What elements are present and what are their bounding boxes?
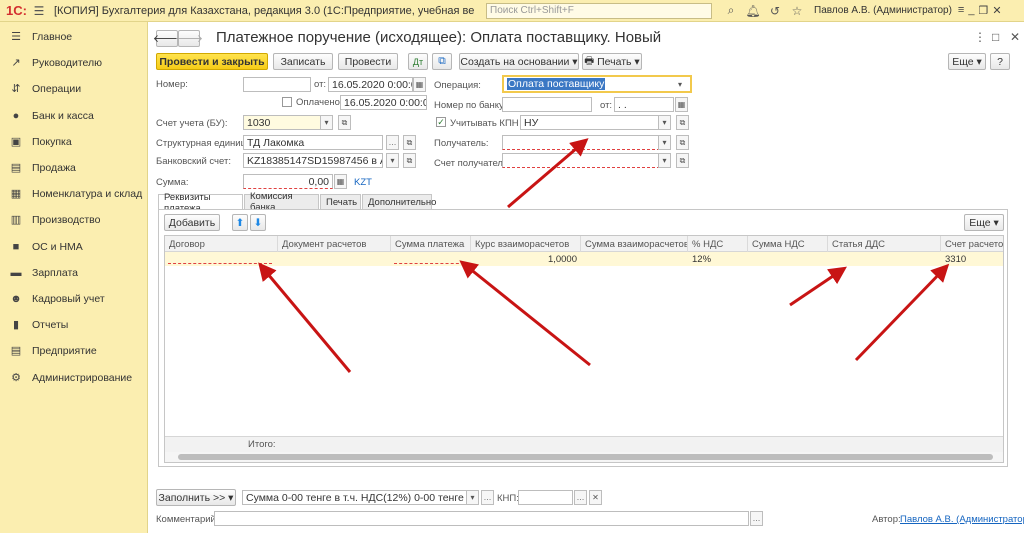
arrow-recipient bbox=[507, 138, 589, 209]
annotation-arrows bbox=[258, 138, 950, 373]
arrow-cash-flow-item bbox=[789, 266, 847, 307]
arrow-payment-sum bbox=[459, 260, 591, 367]
arrow-contract bbox=[258, 262, 352, 373]
arrow-settlement-account bbox=[854, 263, 950, 362]
